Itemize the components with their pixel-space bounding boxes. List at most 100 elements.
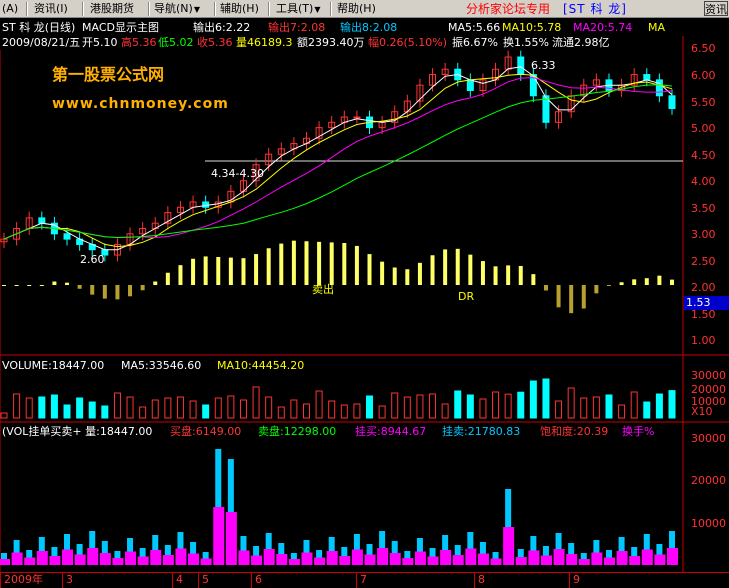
macd-bar — [380, 261, 385, 285]
menu-item-help[interactable]: 帮助(H) — [337, 1, 376, 17]
order-ask-bar — [593, 540, 600, 553]
volume-bar — [227, 395, 235, 419]
order-ask-bar — [139, 548, 146, 557]
candle-body — [366, 116, 374, 129]
order-ask-bar — [555, 533, 562, 549]
order-bid-area — [339, 556, 351, 565]
macd-bar — [52, 281, 57, 285]
order-ask-bar — [152, 535, 159, 550]
watermark-title: 第一股票公式网 — [52, 65, 165, 84]
chart-title: ST 科 龙(日线) — [2, 21, 76, 34]
candle-body — [492, 68, 500, 81]
order-ask-bar — [467, 532, 474, 549]
order-bid-area — [137, 556, 149, 565]
macd-bar — [506, 265, 511, 285]
order-bid-area — [477, 553, 489, 565]
macd-bar — [619, 282, 624, 285]
order-bid-area — [440, 550, 452, 565]
order-axis-30000: 30000 — [691, 432, 726, 445]
output-8: 输出8:2.08 — [340, 21, 398, 34]
order-bid-area — [452, 555, 464, 565]
macd-bar — [178, 265, 183, 285]
order-ask-bar — [643, 534, 650, 550]
date-label-5: 5 — [202, 573, 209, 586]
indicator-name[interactable]: MACD显示主图 — [82, 21, 159, 34]
order-bid-area — [175, 548, 187, 565]
volume-bar — [139, 406, 147, 419]
volume-bar — [101, 405, 109, 419]
order-ask-bar — [227, 459, 234, 512]
macd-bar — [367, 254, 372, 285]
menu-item-a[interactable]: (A) — [2, 1, 18, 17]
order-ask-bar — [568, 543, 575, 554]
order-ask-bar — [454, 545, 461, 555]
macd-bar — [417, 262, 422, 285]
candle-body — [13, 228, 21, 240]
order-ask-bar — [190, 542, 197, 554]
macd-bar — [468, 254, 473, 285]
candle-body — [378, 121, 386, 129]
volume-bar — [668, 390, 676, 419]
order-ask-bar — [76, 544, 83, 555]
candle-body — [214, 201, 222, 208]
macd-bar — [405, 269, 410, 285]
order-bid-area — [24, 557, 36, 565]
volume-bar — [492, 391, 500, 419]
order-ask-bar — [353, 534, 360, 550]
volume-bar — [126, 396, 134, 419]
macd-bar — [203, 256, 208, 285]
volume-bar — [13, 393, 21, 419]
order-bid-area — [402, 558, 414, 565]
volume-bar — [265, 396, 273, 419]
order-ask-bar — [303, 540, 310, 553]
volume-bar — [630, 391, 638, 419]
order-ask-bar — [265, 533, 272, 549]
ma5-label: MA5:5.66 — [448, 21, 501, 34]
macd-bar — [569, 285, 574, 314]
news-button[interactable]: 资讯 — [704, 1, 728, 16]
macd-bar — [228, 257, 233, 285]
menu-item-assist[interactable]: 辅助(H) — [220, 1, 259, 17]
candle-body — [403, 100, 411, 113]
macd-bar — [443, 249, 448, 285]
macd-bar — [430, 255, 435, 285]
quote-change: 幅0.26(5.10%) — [368, 36, 448, 49]
candle-body — [76, 238, 84, 245]
candle-body — [517, 56, 525, 76]
order-ask-bar — [530, 536, 537, 551]
order-bid-area — [11, 552, 23, 565]
current-value-box: 1.53 — [684, 296, 729, 310]
candle-body — [441, 68, 449, 76]
order-ask-bar — [177, 532, 184, 549]
candle-body — [592, 79, 600, 86]
volume-bar — [214, 397, 222, 419]
order-bid-area — [667, 548, 678, 565]
volume-bar — [164, 397, 172, 419]
macd-bar — [304, 241, 309, 285]
menu-item-news[interactable]: 资讯(I) — [34, 1, 68, 17]
volume-bar — [50, 394, 58, 419]
menu-item-navigate[interactable]: 导航(N)▼ — [154, 1, 200, 17]
price-chart[interactable] — [0, 0, 729, 587]
menu-item-hk-futures[interactable]: 港股期货 — [90, 1, 134, 17]
order-bid-area — [213, 507, 225, 565]
candle-body — [504, 56, 512, 70]
order-ask-bar — [278, 543, 285, 554]
order-ask-bar — [517, 549, 524, 557]
order-buy: 买盘:6149.00 — [170, 425, 242, 438]
volume-bar — [592, 396, 600, 419]
candle-body — [265, 153, 273, 166]
order-ask-bar — [404, 551, 411, 558]
volume-bar — [0, 412, 8, 419]
volume-bar — [151, 399, 159, 419]
order-bid-area — [74, 554, 86, 565]
macd-bar — [455, 248, 460, 285]
volume-bar — [529, 380, 537, 419]
menu-item-tools[interactable]: 工具(T)▼ — [276, 1, 320, 17]
order-ask-bar — [13, 540, 20, 553]
order-bid-area — [503, 527, 515, 565]
candle-body — [429, 74, 437, 86]
order-bid-area — [125, 551, 137, 565]
candle-body — [529, 74, 537, 97]
macd-bar — [518, 265, 523, 285]
